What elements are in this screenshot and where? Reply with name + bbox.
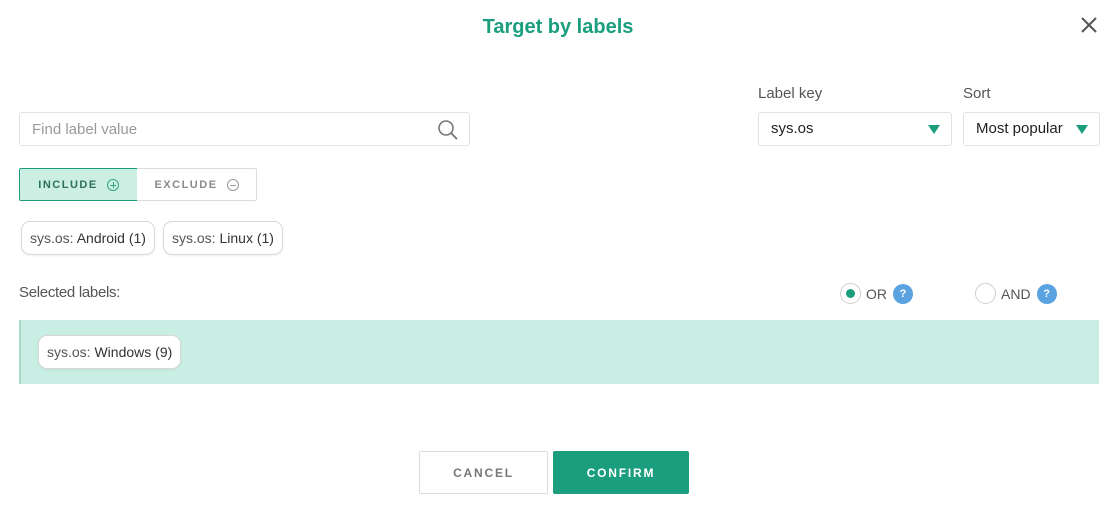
label-chip-android[interactable]: sys.os: Android (1) bbox=[21, 221, 155, 255]
chip-key: sys.os: bbox=[172, 230, 216, 246]
minus-circle-icon bbox=[226, 178, 239, 191]
dialog-title: Target by labels bbox=[482, 16, 634, 38]
label-key-select[interactable]: sys.os bbox=[758, 112, 952, 146]
search-icon[interactable] bbox=[437, 119, 459, 141]
or-radio[interactable] bbox=[840, 283, 861, 304]
chip-value: Android (1) bbox=[76, 230, 146, 246]
logic-and-option[interactable]: AND ? bbox=[975, 283, 1057, 304]
or-label: OR bbox=[866, 285, 887, 302]
search-input[interactable] bbox=[20, 113, 420, 145]
close-button[interactable] bbox=[1076, 12, 1102, 38]
include-toggle[interactable]: INCLUDE bbox=[19, 168, 138, 201]
include-label: INCLUDE bbox=[38, 178, 98, 191]
and-radio[interactable] bbox=[975, 283, 996, 304]
sort-label: Sort bbox=[963, 85, 991, 102]
selected-labels-heading: Selected labels: bbox=[19, 284, 121, 301]
label-chip-linux[interactable]: sys.os: Linux (1) bbox=[163, 221, 283, 255]
chip-value: Linux (1) bbox=[219, 230, 274, 246]
plus-circle-icon bbox=[106, 178, 119, 191]
caret-down-icon bbox=[1076, 125, 1088, 134]
caret-down-icon bbox=[928, 125, 940, 134]
exclude-toggle[interactable]: EXCLUDE bbox=[137, 168, 257, 201]
help-icon[interactable]: ? bbox=[1036, 283, 1057, 304]
chip-key: sys.os: bbox=[47, 344, 91, 360]
label-key-value: sys.os bbox=[771, 120, 814, 137]
selected-chip-windows[interactable]: sys.os: Windows (9) bbox=[38, 335, 182, 369]
logic-or-option[interactable]: OR ? bbox=[840, 283, 913, 304]
search-box bbox=[19, 112, 470, 146]
cancel-button[interactable]: CANCEL bbox=[419, 451, 548, 494]
confirm-button[interactable]: CONFIRM bbox=[553, 451, 689, 494]
exclude-label: EXCLUDE bbox=[154, 178, 218, 191]
label-key-label: Label key bbox=[758, 85, 823, 102]
and-label: AND bbox=[1001, 285, 1031, 302]
selected-labels-area: sys.os: Windows (9) bbox=[19, 320, 1099, 384]
close-icon bbox=[1081, 17, 1097, 33]
help-icon[interactable]: ? bbox=[893, 283, 913, 304]
sort-value: Most popular bbox=[976, 120, 1063, 137]
chip-value: Windows (9) bbox=[94, 344, 173, 360]
sort-select[interactable]: Most popular bbox=[963, 112, 1100, 146]
chip-key: sys.os: bbox=[30, 230, 74, 246]
